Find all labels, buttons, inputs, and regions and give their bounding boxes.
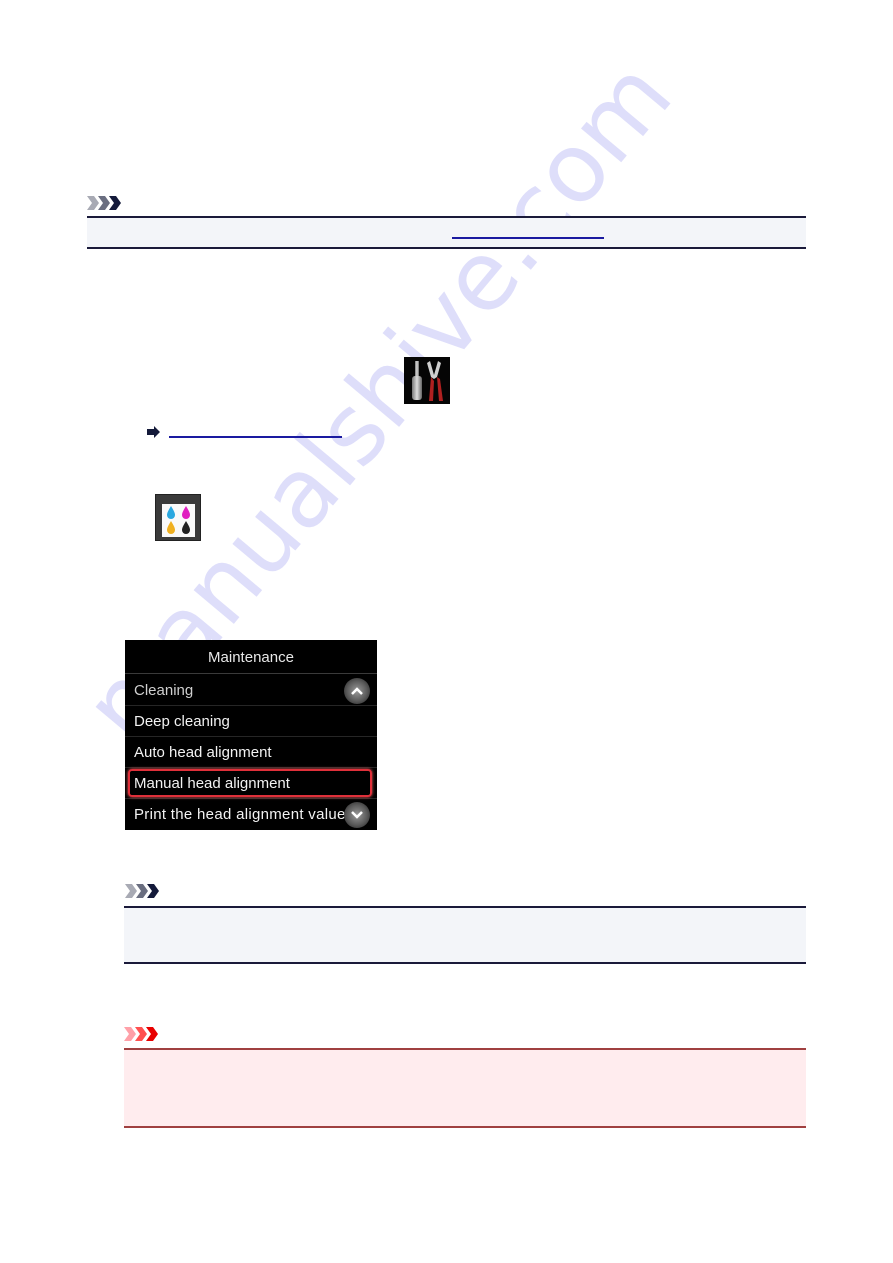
lcd-maintenance-menu: Maintenance Cleaning Deep cleaning Auto … xyxy=(125,640,377,830)
menu-item-auto-head-alignment[interactable]: Auto head alignment xyxy=(125,737,377,768)
menu-item-cleaning[interactable]: Cleaning xyxy=(125,675,377,706)
menu-item-manual-head-alignment[interactable]: Manual head alignment xyxy=(125,768,377,799)
reference-link[interactable] xyxy=(169,436,342,438)
note-box xyxy=(87,216,806,249)
chevron-down-icon[interactable] xyxy=(344,802,370,828)
note-chevrons-icon xyxy=(87,196,123,210)
maintenance-ink-icon xyxy=(155,494,201,541)
note-chevrons-icon xyxy=(125,884,161,898)
arrow-right-icon xyxy=(147,425,161,438)
setup-tools-icon xyxy=(404,357,450,404)
menu-item-print-head-alignment-value[interactable]: Print the head alignment value xyxy=(125,799,377,830)
note-link[interactable] xyxy=(452,237,604,239)
lcd-menu-title: Maintenance xyxy=(125,640,377,674)
chevron-up-icon[interactable] xyxy=(344,678,370,704)
menu-item-deep-cleaning[interactable]: Deep cleaning xyxy=(125,706,377,737)
note-box xyxy=(124,906,806,964)
important-chevrons-icon xyxy=(124,1027,160,1041)
important-box xyxy=(124,1048,806,1128)
